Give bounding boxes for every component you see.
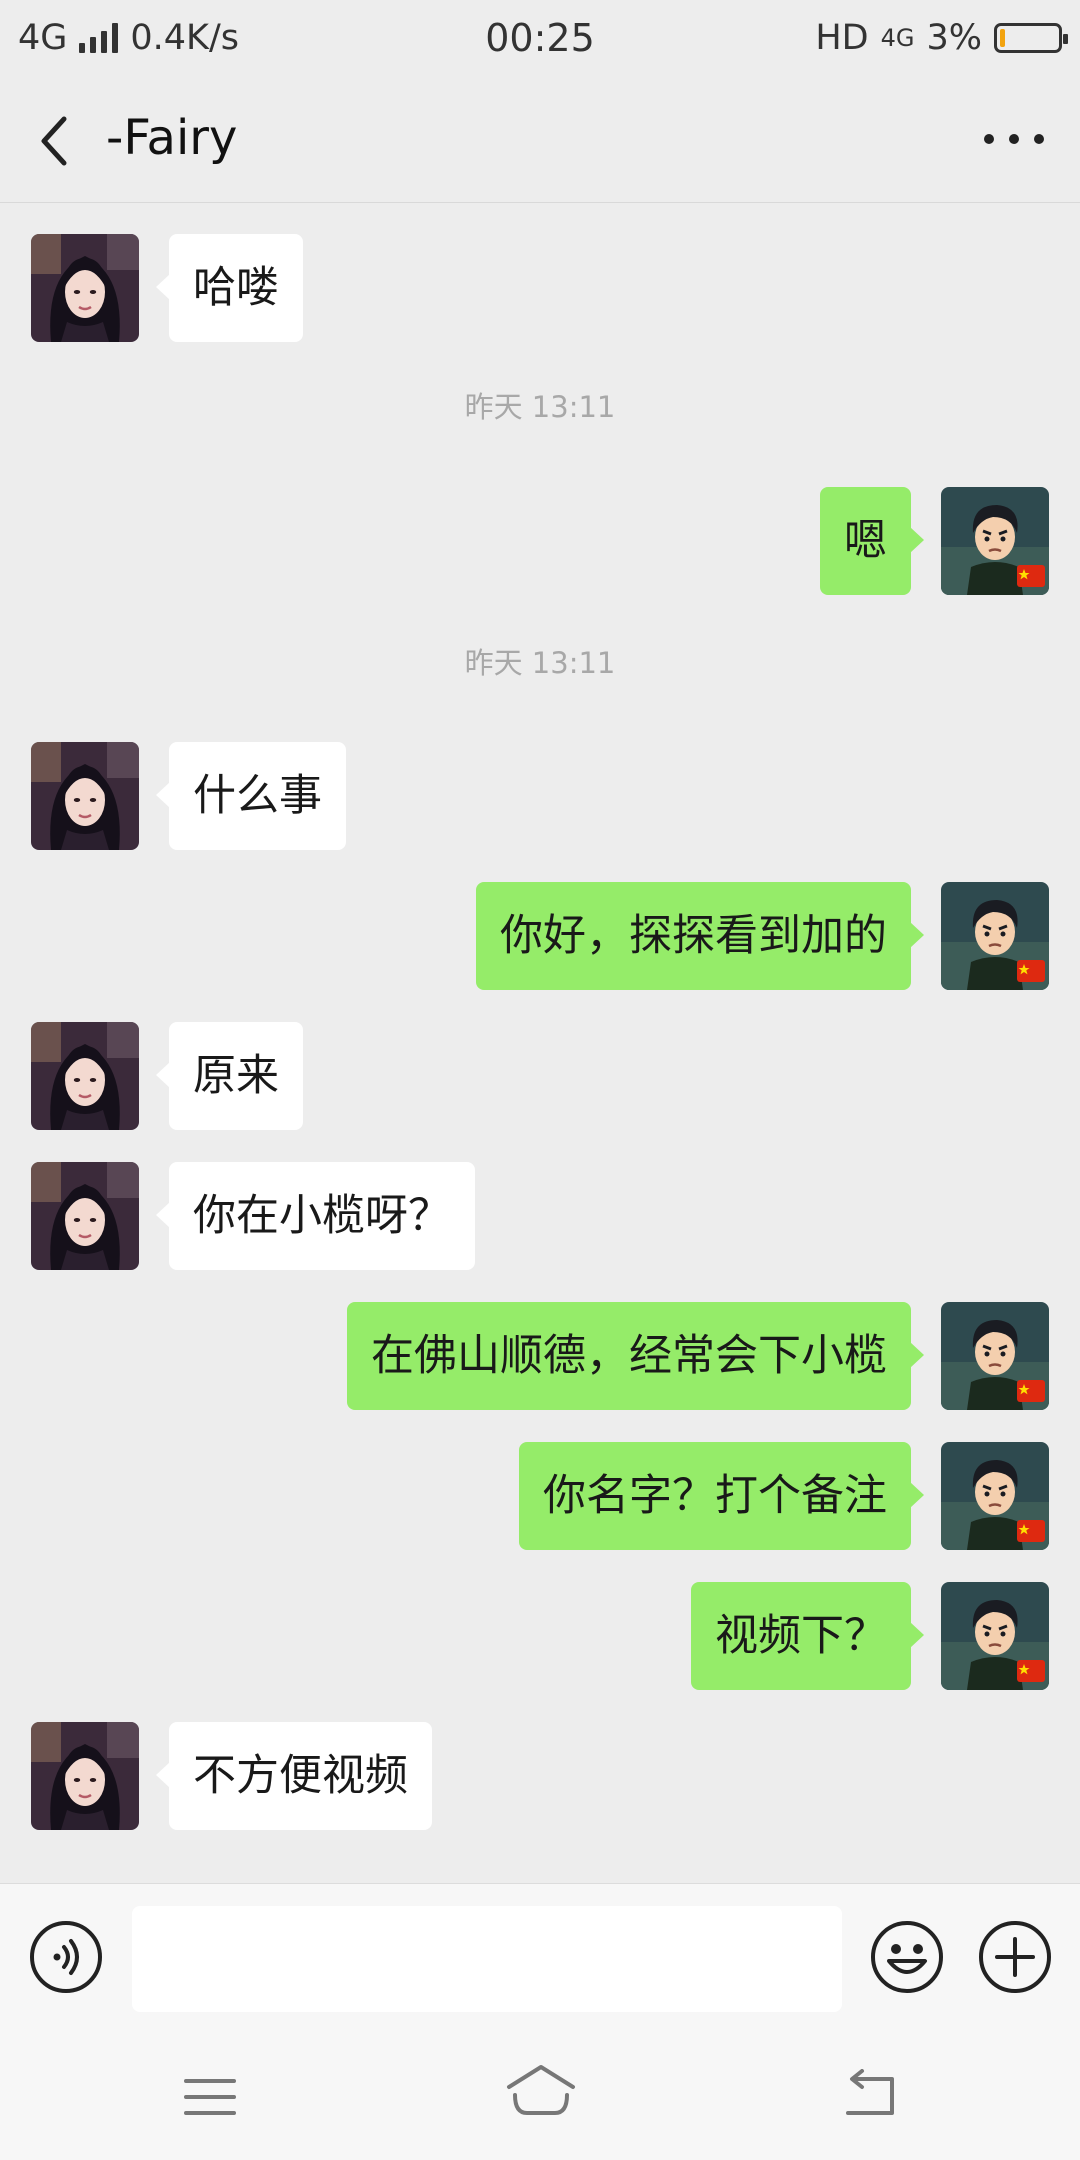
- self-avatar[interactable]: [941, 1302, 1049, 1410]
- battery-percent: 3%: [926, 17, 982, 58]
- sent-message: 在佛山顺德，经常会下小榄: [0, 1302, 1080, 1410]
- message-bubble[interactable]: 原来: [156, 1022, 303, 1130]
- input-bar: [0, 1883, 1080, 2031]
- system-nav-bar: [0, 2031, 1080, 2160]
- contact-avatar[interactable]: [31, 1022, 139, 1130]
- chat-title: -Fairy: [106, 110, 238, 166]
- back-button[interactable]: [36, 115, 80, 167]
- network-speed: 0.4K/s: [130, 17, 240, 58]
- chat-header: -Fairy: [0, 75, 1080, 203]
- nav-menu-button[interactable]: [180, 2073, 240, 2121]
- contact-avatar[interactable]: [31, 234, 139, 342]
- timestamp-separator: 昨天 13:11: [464, 646, 616, 680]
- emoji-button[interactable]: [869, 1919, 945, 1995]
- message-bubble[interactable]: 你在小榄呀？: [156, 1162, 475, 1270]
- sent-message: 你名字？打个备注: [0, 1442, 1080, 1550]
- more-button[interactable]: [984, 117, 1044, 161]
- home-icon: [507, 2065, 575, 2115]
- status-left: 4G 0.4K/s: [18, 18, 239, 58]
- message-bubble[interactable]: 嗯: [820, 487, 924, 595]
- self-avatar[interactable]: [941, 1582, 1049, 1690]
- message-bubble[interactable]: 在佛山顺德，经常会下小榄: [347, 1302, 924, 1410]
- back-icon: [846, 2069, 894, 2115]
- nav-home-button[interactable]: [505, 2061, 577, 2121]
- self-avatar[interactable]: [941, 1442, 1049, 1550]
- network-type-right: 4G: [880, 23, 915, 52]
- contact-avatar[interactable]: [31, 1722, 139, 1830]
- chevron-left-icon: [41, 116, 67, 166]
- self-avatar[interactable]: [941, 882, 1049, 990]
- message-bubble[interactable]: 哈喽: [156, 234, 303, 342]
- self-avatar[interactable]: [941, 487, 1049, 595]
- received-message: 原来: [0, 1022, 1080, 1130]
- sent-message: 嗯: [0, 487, 1080, 595]
- message-bubble[interactable]: 什么事: [156, 742, 346, 850]
- status-bar: 4G 0.4K/s 00:25 HD 4G 3%: [0, 0, 1080, 75]
- more-dots-icon: [984, 134, 994, 144]
- voice-icon: [30, 1921, 102, 1993]
- sent-message: 视频下？: [0, 1582, 1080, 1690]
- signal-icon: [79, 22, 119, 53]
- sent-message: 你好，探探看到加的: [0, 882, 1080, 990]
- timestamp-separator: 昨天 13:11: [464, 390, 616, 424]
- network-type: 4G: [18, 17, 68, 58]
- plus-icon: [979, 1921, 1051, 1993]
- message-bubble[interactable]: 你名字？打个备注: [519, 1442, 924, 1550]
- received-message: 什么事: [0, 742, 1080, 850]
- message-bubble[interactable]: 不方便视频: [156, 1722, 432, 1830]
- status-right: HD 4G 3%: [815, 17, 1068, 58]
- received-message: 哈喽: [0, 234, 1080, 342]
- nav-back-button[interactable]: [840, 2069, 900, 2121]
- received-message: 你在小榄呀？: [0, 1162, 1080, 1270]
- more-functions-button[interactable]: [977, 1919, 1053, 1995]
- message-bubble[interactable]: 视频下？: [691, 1582, 924, 1690]
- contact-avatar[interactable]: [31, 1162, 139, 1270]
- contact-avatar[interactable]: [31, 742, 139, 850]
- received-message: 不方便视频: [0, 1722, 1080, 1830]
- message-input[interactable]: [132, 1906, 842, 2012]
- emoji-icon: [871, 1921, 943, 1993]
- voice-button[interactable]: [28, 1919, 104, 1995]
- battery-icon: [994, 22, 1068, 53]
- message-list[interactable]: 哈喽 昨天 13:11 嗯昨天 13:11 什么事 你好，探探看到加的 原来 你在小榄呀？在…: [0, 204, 1080, 1884]
- hd-indicator: HD: [815, 17, 869, 58]
- message-bubble[interactable]: 你好，探探看到加的: [476, 882, 924, 990]
- menu-icon: [184, 2079, 236, 2115]
